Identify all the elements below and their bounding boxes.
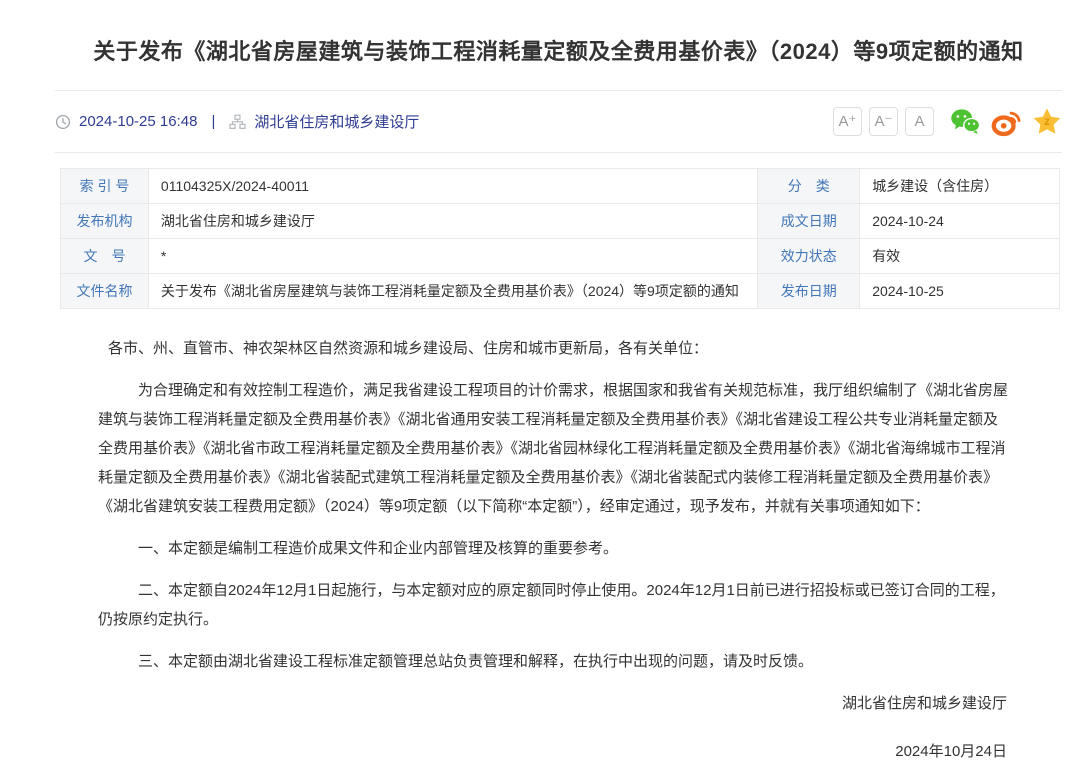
signature-block: 湖北省住房和城乡建设厅 2024年10月24日 bbox=[55, 689, 1062, 766]
signature-date: 2024年10月24日 bbox=[55, 737, 1007, 766]
weibo-icon bbox=[991, 125, 1021, 140]
info-value-doc-title: 关于发布《湖北省房屋建筑与装饰工程消耗量定额及全费用基价表》（2024）等9项定… bbox=[148, 274, 757, 309]
meta-info: 2024-10-25 16:48 | 湖北省住房和城乡建设厅 bbox=[55, 111, 419, 132]
clock-icon bbox=[55, 114, 71, 130]
paragraph-intro: 为合理确定和有效控制工程造价，满足我省建设工程项目的计价需求，根据国家和我省有关… bbox=[98, 376, 1010, 521]
qzone-icon: z bbox=[1032, 125, 1062, 140]
table-row: 文件名称 关于发布《湖北省房屋建筑与装饰工程消耗量定额及全费用基价表》（2024… bbox=[61, 274, 1060, 309]
info-label-issuer: 发布机构 bbox=[61, 204, 149, 239]
info-label-index-number: 索 引 号 bbox=[61, 169, 149, 204]
wechat-icon bbox=[950, 123, 980, 138]
meta-actions: A⁺ A⁻ A bbox=[833, 107, 1062, 137]
info-label-doc-number: 文 号 bbox=[61, 239, 149, 274]
title-block: 关于发布《湖北省房屋建筑与装饰工程消耗量定额及全费用基价表》（2024）等9项定… bbox=[55, 0, 1062, 90]
info-value-written-date: 2024-10-24 bbox=[860, 204, 1060, 239]
meta-separator: | bbox=[211, 113, 215, 130]
paragraph-item-2: 二、本定额自2024年12月1日起施行，与本定额对应的原定额同时停止使用。202… bbox=[98, 576, 1010, 634]
font-size-controls: A⁺ A⁻ A bbox=[833, 107, 934, 136]
divider-meta bbox=[55, 152, 1062, 153]
article-page: 关于发布《湖北省房屋建筑与装饰工程消耗量定额及全费用基价表》（2024）等9项定… bbox=[55, 0, 1062, 766]
info-value-validity: 有效 bbox=[860, 239, 1060, 274]
article-title: 关于发布《湖北省房屋建筑与装饰工程消耗量定额及全费用基价表》（2024）等9项定… bbox=[65, 36, 1052, 68]
share-wechat-button[interactable] bbox=[950, 107, 980, 137]
share-weibo-button[interactable] bbox=[991, 107, 1021, 137]
publish-time: 2024-10-25 16:48 bbox=[79, 113, 197, 130]
meta-bar: 2024-10-25 16:48 | 湖北省住房和城乡建设厅 A⁺ A⁻ A bbox=[55, 91, 1062, 152]
info-label-doc-title: 文件名称 bbox=[61, 274, 149, 309]
info-value-category: 城乡建设（含住房） bbox=[860, 169, 1060, 204]
info-label-validity: 效力状态 bbox=[758, 239, 860, 274]
table-row: 发布机构 湖北省住房和城乡建设厅 成文日期 2024-10-24 bbox=[61, 204, 1060, 239]
document-info-table: 索 引 号 01104325X/2024-40011 分 类 城乡建设（含住房）… bbox=[60, 168, 1060, 309]
info-value-issuer: 湖北省住房和城乡建设厅 bbox=[148, 204, 757, 239]
paragraph-salutation: 各市、州、直管市、神农架林区自然资源和城乡建设局、住房和城市更新局，各有关单位： bbox=[98, 334, 1010, 363]
table-row: 索 引 号 01104325X/2024-40011 分 类 城乡建设（含住房） bbox=[61, 169, 1060, 204]
table-row: 文 号 * 效力状态 有效 bbox=[61, 239, 1060, 274]
paragraph-item-3: 三、本定额由湖北省建设工程标准定额管理总站负责管理和解释，在执行中出现的问题，请… bbox=[98, 647, 1010, 676]
paragraph-item-1: 一、本定额是编制工程造价成果文件和企业内部管理及核算的重要参考。 bbox=[98, 534, 1010, 563]
info-label-publish-date: 发布日期 bbox=[758, 274, 860, 309]
info-value-publish-date: 2024-10-25 bbox=[860, 274, 1060, 309]
source-name: 湖北省住房和城乡建设厅 bbox=[254, 111, 419, 132]
info-label-written-date: 成文日期 bbox=[758, 204, 860, 239]
info-value-index-number: 01104325X/2024-40011 bbox=[148, 169, 757, 204]
share-qzone-button[interactable]: z bbox=[1032, 107, 1062, 137]
signature-org: 湖北省住房和城乡建设厅 bbox=[55, 689, 1007, 718]
share-controls: z bbox=[950, 107, 1062, 137]
info-label-category: 分 类 bbox=[758, 169, 860, 204]
svg-text:z: z bbox=[1044, 113, 1050, 127]
organization-icon bbox=[229, 114, 246, 130]
font-decrease-button[interactable]: A⁻ bbox=[869, 107, 898, 136]
article-body: 各市、州、直管市、神农架林区自然资源和城乡建设局、住房和城市更新局，各有关单位：… bbox=[55, 309, 1062, 676]
font-increase-button[interactable]: A⁺ bbox=[833, 107, 862, 136]
font-reset-button[interactable]: A bbox=[905, 107, 934, 136]
info-value-doc-number: * bbox=[148, 239, 757, 274]
